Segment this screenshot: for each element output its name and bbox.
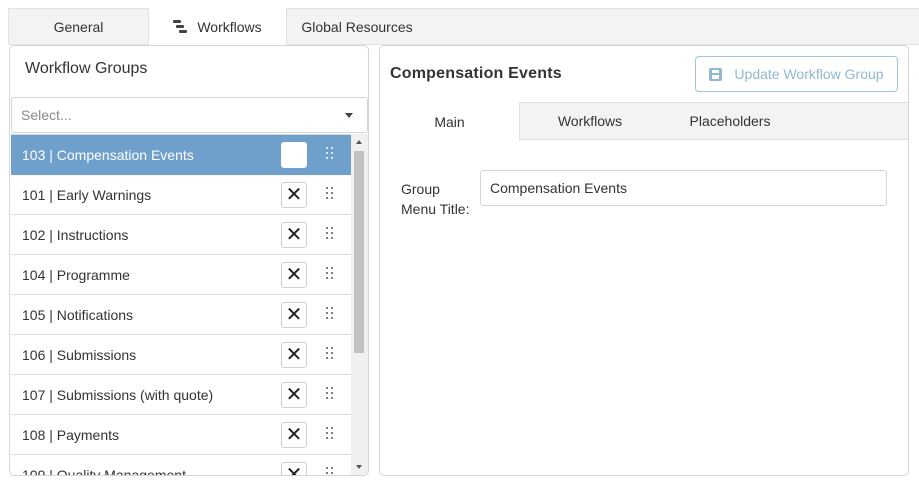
list-scrollbar[interactable] bbox=[351, 134, 368, 475]
tab-global-resources[interactable]: Global Resources bbox=[287, 8, 427, 45]
scrollbar-thumb[interactable] bbox=[354, 151, 364, 353]
drag-handle-icon[interactable] bbox=[325, 307, 335, 323]
checkbox[interactable] bbox=[281, 142, 307, 168]
drag-handle-icon[interactable] bbox=[325, 347, 335, 363]
group-menu-title-label: Group Menu Title: bbox=[401, 179, 481, 219]
list-item-label: 109 | Quality Management bbox=[22, 466, 186, 476]
list-item-label: 106 | Submissions bbox=[22, 346, 137, 363]
top-tab-bar: General Workflows Global Resources bbox=[8, 8, 919, 46]
update-workflow-group-button[interactable]: Update Workflow Group bbox=[695, 56, 898, 92]
delete-icon[interactable]: ✕ bbox=[281, 262, 307, 288]
delete-icon[interactable]: ✕ bbox=[281, 342, 307, 368]
list-item[interactable]: 103 | Compensation Events bbox=[11, 135, 351, 175]
list-item-label: 102 | Instructions bbox=[22, 226, 129, 243]
save-icon bbox=[709, 67, 723, 81]
drag-handle-icon[interactable] bbox=[325, 467, 335, 475]
workflow-group-select[interactable]: Select... bbox=[11, 97, 368, 133]
tab-general[interactable]: General bbox=[8, 8, 148, 45]
drag-handle-icon[interactable] bbox=[325, 267, 335, 283]
list-item[interactable]: 106 | Submissions ✕ bbox=[11, 335, 351, 375]
list-item[interactable]: 102 | Instructions ✕ bbox=[11, 215, 351, 255]
drag-handle-icon[interactable] bbox=[325, 187, 335, 203]
list-item-label: 108 | Payments bbox=[22, 426, 120, 443]
tab-workflows-detail[interactable]: Workflows bbox=[520, 102, 660, 140]
caret-down-icon bbox=[345, 113, 353, 118]
drag-handle-icon[interactable] bbox=[325, 427, 335, 443]
delete-icon[interactable]: ✕ bbox=[281, 462, 307, 475]
drag-handle-icon[interactable] bbox=[325, 147, 335, 163]
delete-icon[interactable]: ✕ bbox=[281, 422, 307, 448]
group-menu-title-label-line2: Menu Title: bbox=[401, 201, 470, 217]
delete-icon[interactable]: ✕ bbox=[281, 302, 307, 328]
panel-title: Workflow Groups bbox=[25, 60, 148, 77]
group-menu-title-label-line1: Group bbox=[401, 181, 440, 197]
tab-placeholders[interactable]: Placeholders bbox=[660, 102, 800, 140]
list-item-label: 101 | Early Warnings bbox=[22, 186, 152, 203]
delete-icon[interactable]: ✕ bbox=[281, 182, 307, 208]
tab-general-label: General bbox=[53, 18, 104, 35]
drag-handle-icon[interactable] bbox=[325, 227, 335, 243]
list-item[interactable]: 109 | Quality Management ✕ bbox=[11, 455, 351, 475]
tab-workflows-label: Workflows bbox=[197, 19, 262, 35]
list-item[interactable]: 101 | Early Warnings ✕ bbox=[11, 175, 351, 215]
workflow-group-list: 103 | Compensation Events 101 | Early Wa… bbox=[11, 134, 351, 475]
list-item[interactable]: 104 | Programme ✕ bbox=[11, 255, 351, 295]
update-button-label: Update Workflow Group bbox=[734, 66, 884, 82]
delete-icon[interactable]: ✕ bbox=[281, 382, 307, 408]
list-item-label: 105 | Notifications bbox=[22, 306, 134, 323]
tab-workflows-detail-label: Workflows bbox=[557, 113, 623, 129]
select-placeholder: Select... bbox=[21, 107, 72, 123]
tab-workflows[interactable]: Workflows bbox=[148, 8, 287, 46]
list-item-label: 107 | Submissions (with quote) bbox=[22, 386, 214, 403]
group-menu-title-input[interactable] bbox=[480, 170, 887, 206]
drag-handle-icon[interactable] bbox=[325, 387, 335, 403]
tab-main-label: Main bbox=[434, 113, 465, 130]
scroll-down-icon[interactable] bbox=[356, 465, 362, 469]
detail-tab-bar: Main Workflows Placeholders bbox=[380, 102, 908, 141]
workflow-groups-panel: Workflow Groups Select... 103 | Compensa… bbox=[9, 45, 369, 476]
list-item[interactable]: 108 | Payments ✕ bbox=[11, 415, 351, 455]
list-item-label: 104 | Programme bbox=[22, 266, 130, 283]
workflow-group-detail-panel: Compensation Events Update Workflow Grou… bbox=[379, 45, 909, 476]
detail-title: Compensation Events bbox=[390, 65, 562, 82]
tab-global-resources-label: Global Resources bbox=[301, 18, 413, 35]
list-item[interactable]: 107 | Submissions (with quote) ✕ bbox=[11, 375, 351, 415]
list-item[interactable]: 105 | Notifications ✕ bbox=[11, 295, 351, 335]
tab-main[interactable]: Main bbox=[380, 102, 520, 141]
delete-icon[interactable]: ✕ bbox=[281, 222, 307, 248]
tab-placeholders-label: Placeholders bbox=[689, 113, 771, 129]
workflow-icon bbox=[173, 20, 188, 34]
list-item-label: 103 | Compensation Events bbox=[22, 147, 194, 163]
scroll-up-icon[interactable] bbox=[356, 140, 362, 144]
